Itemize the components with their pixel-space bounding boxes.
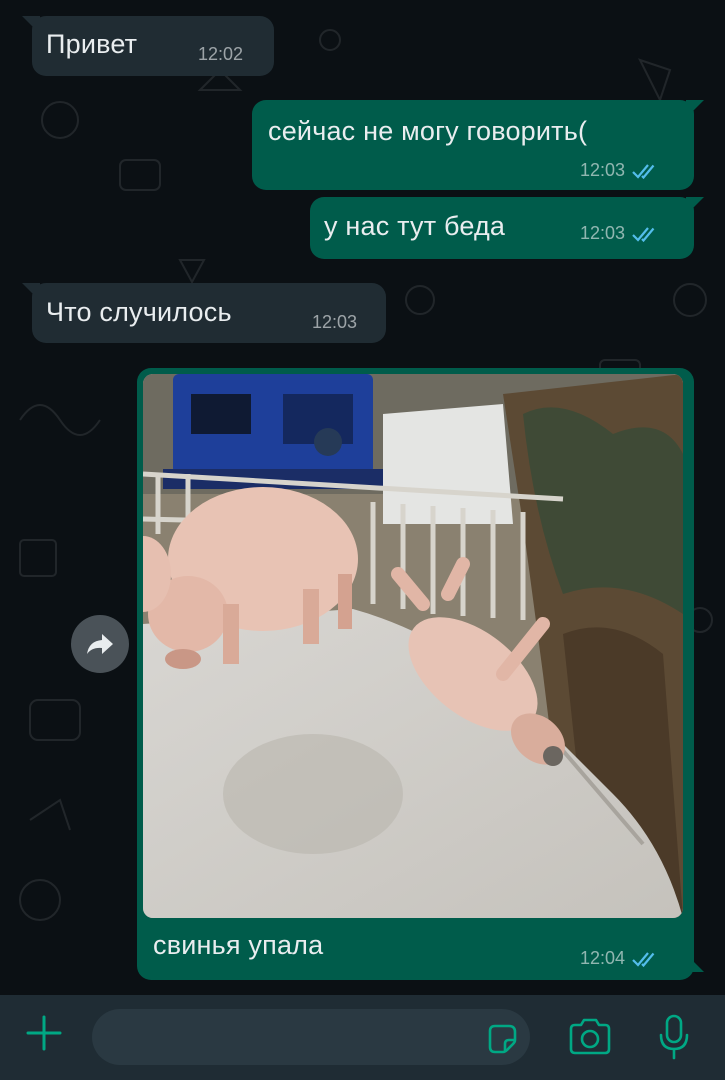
message-text: Что случилось — [46, 297, 232, 327]
message-time: 12:03 — [312, 312, 357, 333]
timestamp: 12:02 — [198, 44, 244, 64]
timestamp: 12:03 — [312, 312, 358, 332]
composer-bar — [0, 995, 725, 1080]
double-check-icon — [632, 226, 655, 242]
camera-icon — [569, 1018, 611, 1055]
message-text: Привет — [46, 29, 138, 59]
camera-button[interactable] — [566, 1015, 614, 1059]
message-text: у нас тут беда — [324, 211, 506, 241]
message-meta: 12:03 — [580, 223, 659, 244]
timestamp: 12:04 — [580, 948, 626, 968]
message-meta: 12:03 — [580, 160, 659, 181]
sticker-icon — [488, 1024, 517, 1054]
message-photo[interactable] — [143, 374, 683, 918]
bubble-tail — [686, 100, 704, 118]
message-time: 12:02 — [198, 44, 243, 65]
forward-arrow-icon — [87, 634, 113, 654]
message-list[interactable]: Привет 12:02 сейчас не могу говорить( 12… — [0, 0, 725, 995]
attach-button[interactable] — [22, 1011, 66, 1055]
bubble-tail — [690, 958, 704, 972]
sticker-button[interactable] — [482, 1019, 522, 1059]
timestamp: 12:03 — [580, 223, 626, 243]
message-incoming[interactable]: Привет 12:02 — [22, 16, 274, 76]
image-caption: свинья упала — [153, 930, 324, 960]
bubble-tail — [22, 16, 40, 34]
message-outgoing-image[interactable]: свинья упала 12:04 — [137, 368, 704, 980]
message-outgoing[interactable]: сейчас не могу говорить( 12:03 — [252, 100, 704, 190]
bubble-tail — [686, 197, 704, 215]
message-text: сейчас не могу говорить( — [268, 116, 588, 146]
message-input[interactable] — [92, 1009, 530, 1065]
microphone-icon — [659, 1014, 689, 1060]
message-outgoing[interactable]: у нас тут беда 12:03 — [310, 197, 704, 259]
forward-button[interactable] — [71, 615, 129, 673]
microphone-button[interactable] — [652, 1011, 696, 1063]
message-incoming[interactable]: Что случилось 12:03 — [22, 283, 386, 343]
message-meta: 12:04 — [580, 948, 659, 969]
bubble-tail — [22, 283, 40, 301]
double-check-icon — [632, 951, 655, 967]
photo-pigs — [143, 374, 683, 918]
timestamp: 12:03 — [580, 160, 626, 180]
double-check-icon — [632, 163, 655, 179]
plus-icon — [26, 1015, 62, 1051]
